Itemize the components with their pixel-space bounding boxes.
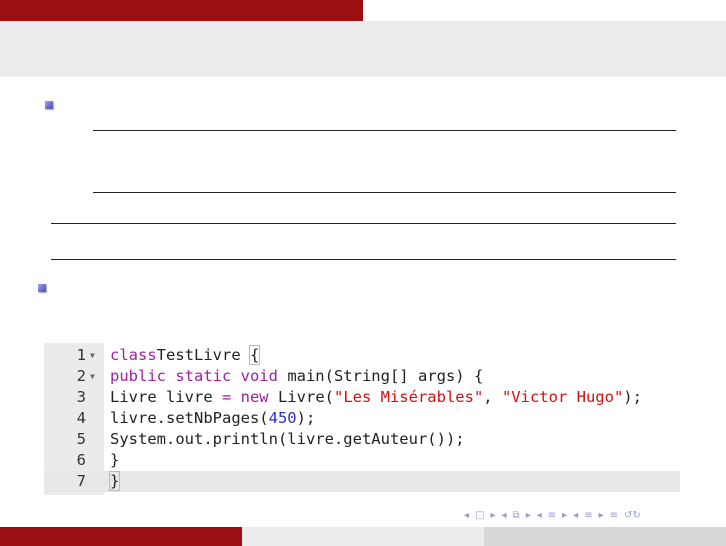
code-token: class [110, 346, 157, 364]
line-number: 7 [76, 472, 86, 490]
code-token: main(String[] args) { [277, 367, 484, 385]
beamer-navigation-bar: ◂ □ ▸ ◂ ⧉ ▸ ◂ ≡ ▸ ◂ ≡ ▸ ≡ ↺↻ [464, 508, 726, 522]
code-token: public static void [110, 367, 278, 385]
footer-bar-right [484, 527, 726, 546]
fold-toggle-icon[interactable]: ▼ [90, 345, 95, 366]
code-token: "Victor Hugo" [501, 388, 624, 406]
subsubsection-next-icon[interactable]: ▸ [599, 510, 604, 521]
line-number: 3 [76, 388, 86, 406]
code-line[interactable]: 1 ▼ classTestLivre { [44, 345, 680, 366]
search-icon[interactable]: ↺↻ [624, 510, 641, 521]
bullet-icon [38, 284, 46, 292]
subsection-icon[interactable]: ⧉ [513, 510, 520, 521]
frame-title-band [0, 21, 726, 77]
subsection-prev-icon[interactable]: ◂ [502, 510, 507, 521]
align-icon[interactable]: ≡ [610, 510, 618, 521]
divider-line [93, 192, 676, 193]
code-token: Livre( [268, 388, 334, 406]
code-token: { [248, 345, 261, 365]
divider-line [51, 259, 676, 260]
footer-bar-left [0, 527, 242, 546]
code-token: = new [221, 388, 269, 406]
section-icon[interactable]: ≡ [548, 510, 556, 521]
code-line[interactable]: 3 Livre livre = new Livre("Les Misérables… [44, 387, 680, 408]
frame-prev-icon[interactable]: ◂ [464, 510, 469, 521]
line-number: 6 [76, 451, 86, 469]
footer-bar-middle [242, 527, 484, 546]
code-text: public static void main(String[] args) { [110, 366, 483, 387]
code-text: classTestLivre { [110, 345, 261, 366]
code-text: livre.setNbPages(450); [110, 408, 315, 429]
code-token: ); [296, 409, 316, 427]
line-number: 5 [76, 430, 86, 448]
code-token: System.out.println(livre.getAuteur()); [110, 430, 465, 448]
code-token: 450 [268, 409, 297, 427]
code-line[interactable]: 4 livre.setNbPages(450); [44, 408, 680, 429]
code-token: livre.setNbPages( [110, 409, 269, 427]
code-text: } [108, 471, 121, 492]
code-token: Livre livre [110, 388, 222, 406]
code-token: } [108, 471, 121, 491]
code-line[interactable]: 7} [44, 471, 680, 492]
line-number: 1 [76, 346, 86, 364]
code-token: "Les Misérables" [333, 388, 484, 406]
divider-line [51, 223, 676, 224]
code-line[interactable]: 6} [44, 450, 680, 471]
code-token: , [483, 388, 502, 406]
subsubsection-prev-icon[interactable]: ◂ [573, 510, 578, 521]
subsection-next-icon[interactable]: ▸ [526, 510, 531, 521]
code-token: ); [623, 388, 642, 406]
line-number: 2 [76, 367, 86, 385]
code-text: System.out.println(livre.getAuteur()); [110, 429, 465, 450]
code-editor[interactable]: 1 ▼ classTestLivre {2 ▼ public static void m… [44, 343, 680, 495]
code-token: TestLivre [156, 346, 250, 364]
divider-line [93, 130, 676, 131]
header-bar-left [0, 0, 363, 21]
fold-toggle-icon[interactable]: ▼ [90, 366, 95, 387]
code-text: } [110, 450, 119, 471]
frame-next-icon[interactable]: ▸ [490, 510, 495, 521]
header-bar-right [363, 0, 726, 21]
section-prev-icon[interactable]: ◂ [537, 510, 542, 521]
code-line[interactable]: 5 System.out.println(livre.getAuteur()); [44, 429, 680, 450]
code-line[interactable]: 2 ▼ public static void main(String[] args)… [44, 366, 680, 387]
line-number: 4 [76, 409, 86, 427]
code-token: } [110, 451, 120, 469]
subsubsection-icon[interactable]: ≡ [584, 510, 592, 521]
code-text: Livre livre = new Livre("Les Misérables"… [110, 387, 642, 408]
frame-icon[interactable]: □ [475, 510, 484, 521]
section-next-icon[interactable]: ▸ [562, 510, 567, 521]
bullet-icon [45, 101, 53, 109]
